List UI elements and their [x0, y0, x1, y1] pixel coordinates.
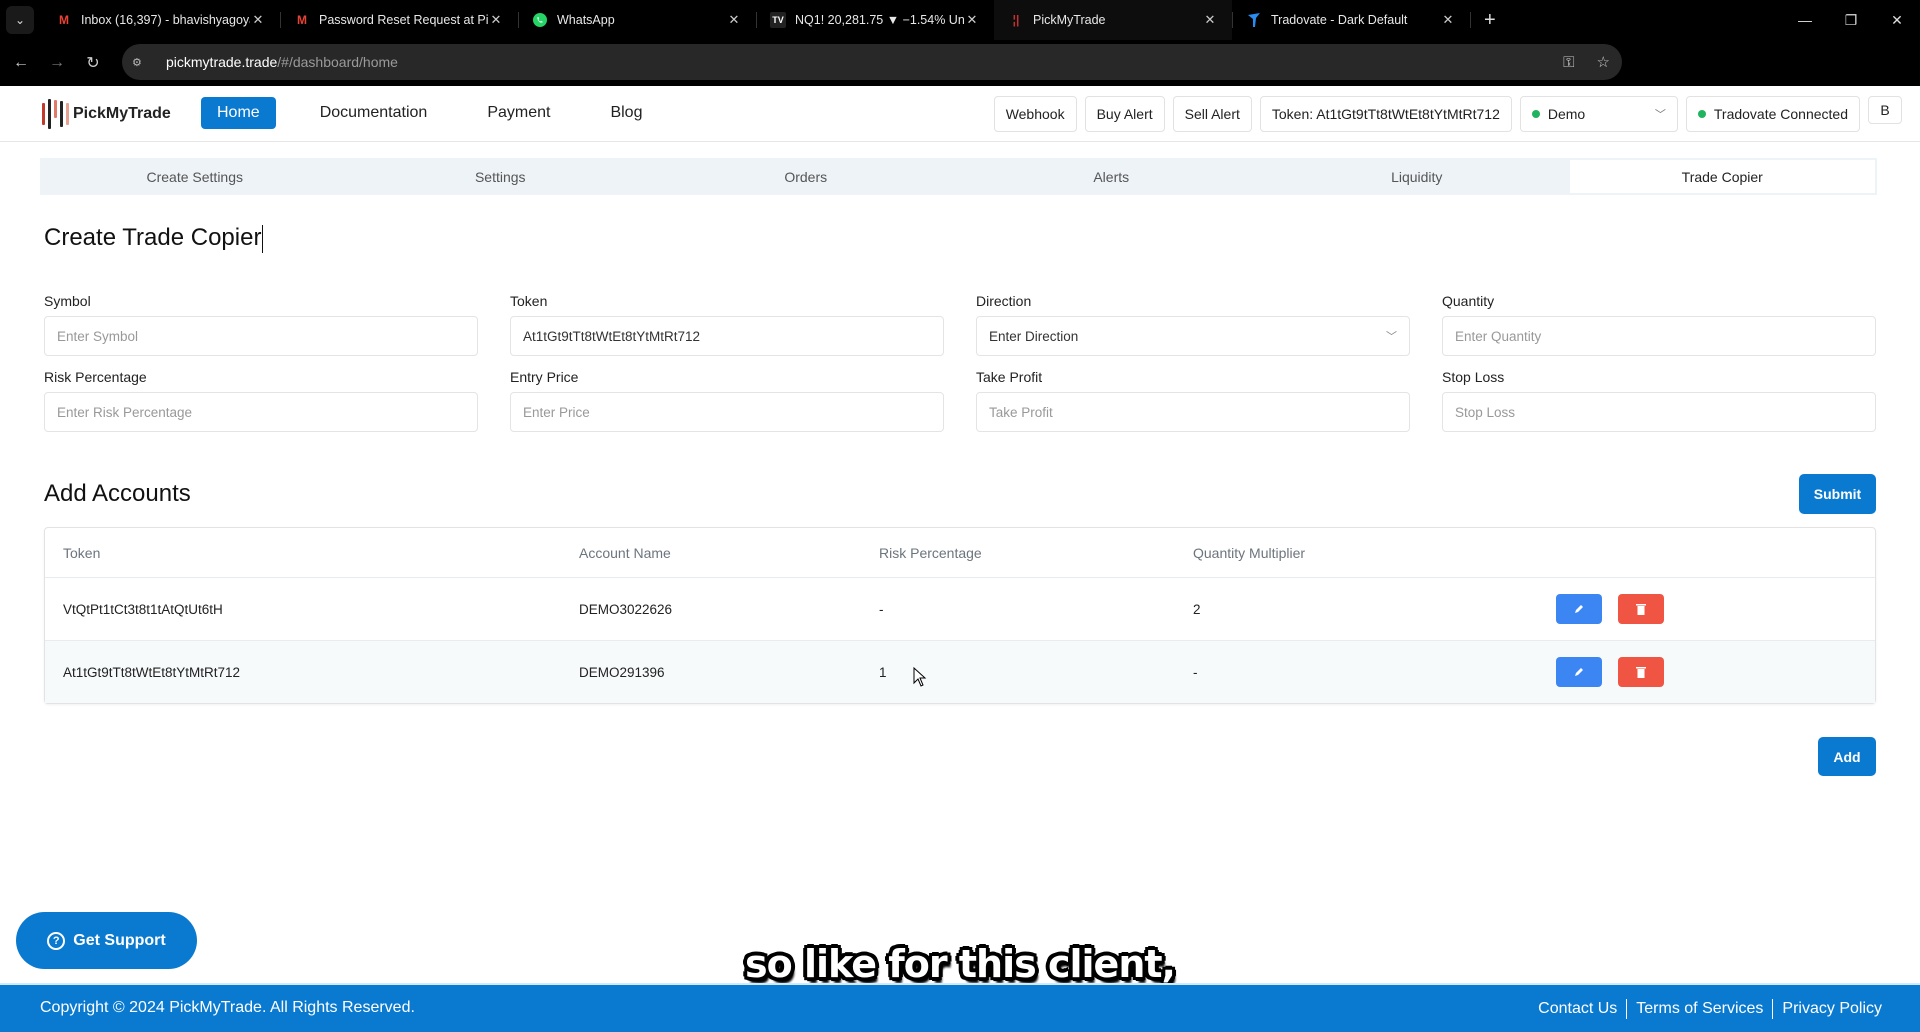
- status-dot: [1531, 110, 1540, 118]
- stop-loss-field: Stop Loss Stop Loss: [1442, 369, 1876, 432]
- password-key-icon[interactable]: ⚿: [1563, 54, 1574, 71]
- direction-field: Direction Enter Direction ﹀: [976, 293, 1410, 356]
- table-row: VtQtPt1tCt3t8t1tAtQtUt6tH DEMO3022626 - …: [45, 577, 1875, 640]
- direction-select[interactable]: Enter Direction ﹀: [976, 316, 1410, 356]
- browser-tab-pickmytrade[interactable]: ¦| PickMyTrade ✕: [994, 0, 1233, 40]
- add-account-button[interactable]: Add: [1818, 737, 1876, 776]
- tab-liquidity[interactable]: Liquidity: [1264, 160, 1570, 193]
- browser-toolbar: ← → ↻ ⚙ pickmytrade.trade/#/dashboard/ho…: [0, 40, 1920, 114]
- restore-icon[interactable]: ❐: [1828, 0, 1874, 40]
- terms-link[interactable]: Terms of Services: [1636, 1000, 1763, 1018]
- new-tab-button[interactable]: +: [1484, 9, 1496, 32]
- trash-icon: [1636, 604, 1646, 615]
- token-input[interactable]: At1tGt9tTt8tWtEt8tYtMtRt712: [510, 316, 944, 356]
- nav-blog[interactable]: Blog: [594, 97, 658, 129]
- tab-settings[interactable]: Settings: [348, 160, 654, 193]
- whatsapp-icon: [532, 12, 548, 28]
- close-tab-icon[interactable]: ✕: [1202, 12, 1218, 28]
- quantity-field: Quantity Enter Quantity: [1442, 293, 1876, 356]
- close-tab-icon[interactable]: ✕: [250, 12, 266, 28]
- stop-loss-input[interactable]: Stop Loss: [1442, 392, 1876, 432]
- site-info-icon[interactable]: ⚙: [132, 56, 152, 69]
- close-window-icon[interactable]: ✕: [1874, 0, 1920, 40]
- browser-tab-gmail-inbox[interactable]: M Inbox (16,397) - bhavishyagoyal ✕: [42, 0, 281, 40]
- symbol-field: Symbol Enter Symbol: [44, 293, 478, 356]
- browser-tab-gmail-reset[interactable]: M Password Reset Request at PickMyTrade …: [280, 0, 519, 40]
- nav-home[interactable]: Home: [201, 97, 276, 129]
- browser-tab-whatsapp[interactable]: WhatsApp ✕: [518, 0, 757, 40]
- connection-status-badge[interactable]: Tradovate Connected: [1685, 96, 1860, 132]
- symbol-input[interactable]: Enter Symbol: [44, 316, 478, 356]
- entry-price-input[interactable]: Enter Price: [510, 392, 944, 432]
- tradingview-icon: TV: [770, 12, 786, 28]
- accounts-table: Token Account Name Risk Percentage Quant…: [44, 527, 1876, 704]
- minimize-icon[interactable]: —: [1782, 0, 1828, 40]
- privacy-policy-link[interactable]: Privacy Policy: [1782, 1000, 1882, 1018]
- browser-tab-tradingview[interactable]: TV NQ1! 20,281.75 ▼ −1.54% Unnamed ✕: [756, 0, 995, 40]
- footer: Copyright © 2024 PickMyTrade. All Rights…: [0, 983, 1920, 1032]
- webhook-button[interactable]: Webhook: [993, 96, 1077, 132]
- delete-button[interactable]: [1618, 657, 1664, 687]
- address-bar[interactable]: ⚙ pickmytrade.trade/#/dashboard/home ⚿ ☆: [122, 44, 1622, 80]
- table-header: Token Account Name Risk Percentage Quant…: [63, 544, 1306, 561]
- forward-icon[interactable]: →: [42, 48, 72, 78]
- app-header: PickMyTrade Home Documentation Payment B…: [0, 86, 1920, 142]
- trash-icon: [1636, 667, 1646, 678]
- url-text: pickmytrade.trade/#/dashboard/home: [166, 54, 398, 70]
- risk-percentage-field: Risk Percentage Enter Risk Percentage: [44, 369, 478, 432]
- buy-alert-button[interactable]: Buy Alert: [1084, 96, 1165, 132]
- submit-button[interactable]: Submit: [1799, 474, 1876, 514]
- back-icon[interactable]: ←: [6, 48, 36, 78]
- close-tab-icon[interactable]: ✕: [726, 12, 742, 28]
- sell-alert-button[interactable]: Sell Alert: [1172, 96, 1252, 132]
- gmail-icon: M: [59, 13, 69, 27]
- token-field: Token At1tGt9tTt8tWtEt8tYtMtRt712: [510, 293, 944, 356]
- status-dot: [1697, 110, 1706, 118]
- browser-tab-strip: ⌄ M Inbox (16,397) - bhavishyagoyal ✕ M …: [0, 0, 1920, 40]
- reload-icon[interactable]: ↻: [78, 48, 108, 78]
- close-tab-icon[interactable]: ✕: [488, 12, 504, 28]
- pencil-icon: [1575, 668, 1583, 676]
- nav-documentation[interactable]: Documentation: [304, 97, 444, 129]
- nav-payment[interactable]: Payment: [471, 97, 566, 129]
- quantity-input[interactable]: Enter Quantity: [1442, 316, 1876, 356]
- page-title: Create Trade Copier: [44, 224, 264, 253]
- user-menu-button[interactable]: B: [1868, 96, 1902, 124]
- pickmytrade-logo-icon: [42, 99, 69, 129]
- tradovate-icon: [1246, 12, 1262, 28]
- close-tab-icon[interactable]: ✕: [964, 12, 980, 28]
- take-profit-input[interactable]: Take Profit: [976, 392, 1410, 432]
- brand-logo[interactable]: PickMyTrade: [42, 99, 171, 129]
- environment-select[interactable]: Demo ﹀: [1519, 96, 1678, 132]
- pickmytrade-icon: ¦|: [1012, 13, 1020, 27]
- token-button[interactable]: Token: At1tGt9tTt8tWtEt8tYtMtRt712: [1259, 96, 1512, 132]
- close-tab-icon[interactable]: ✕: [1440, 12, 1456, 28]
- tab-trade-copier[interactable]: Trade Copier: [1569, 160, 1875, 193]
- bookmark-star-icon[interactable]: ☆: [1597, 53, 1610, 71]
- tab-search-button[interactable]: ⌄: [6, 6, 34, 34]
- pencil-icon: [1575, 605, 1583, 613]
- chevron-down-icon: ﹀: [1654, 109, 1666, 121]
- tab-create-settings[interactable]: Create Settings: [42, 160, 348, 193]
- mouse-cursor-icon: [913, 667, 927, 687]
- table-row: At1tGt9tTt8tWtEt8tYtMtRt712 DEMO291396 1…: [45, 640, 1875, 703]
- entry-price-field: Entry Price Enter Price: [510, 369, 944, 432]
- risk-percentage-input[interactable]: Enter Risk Percentage: [44, 392, 478, 432]
- take-profit-field: Take Profit Take Profit: [976, 369, 1410, 432]
- tab-orders[interactable]: Orders: [653, 160, 959, 193]
- edit-button[interactable]: [1556, 657, 1602, 687]
- video-caption: so like for this client,: [745, 942, 1176, 986]
- dashboard-tabs: Create Settings Settings Orders Alerts L…: [40, 158, 1877, 195]
- browser-tab-tradovate[interactable]: Tradovate - Dark Default ✕: [1232, 0, 1471, 40]
- tab-alerts[interactable]: Alerts: [959, 160, 1265, 193]
- main-nav: Home Documentation Payment Blog: [201, 97, 686, 129]
- chevron-down-icon: ﹀: [1386, 331, 1397, 343]
- contact-us-link[interactable]: Contact Us: [1538, 1000, 1617, 1018]
- edit-button[interactable]: [1556, 594, 1602, 624]
- chevron-down-icon: ⌄: [14, 13, 26, 27]
- gmail-icon: M: [297, 13, 307, 27]
- add-accounts-heading: Add Accounts: [44, 480, 191, 507]
- delete-button[interactable]: [1618, 594, 1664, 624]
